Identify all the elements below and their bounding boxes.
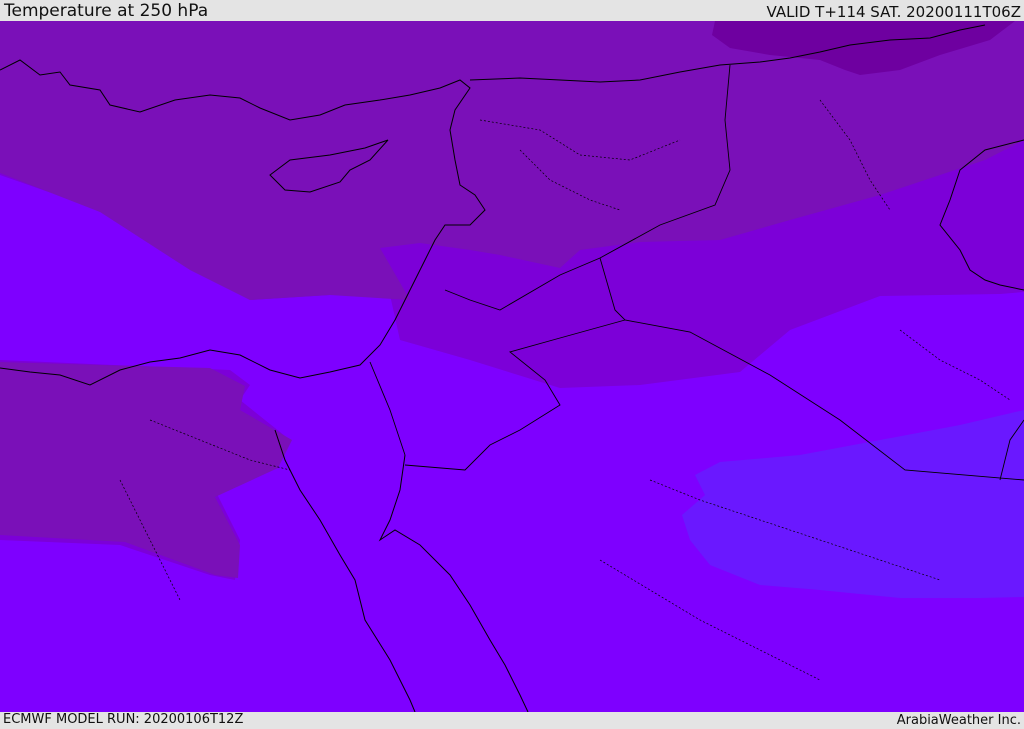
- footer-bar: ECMWF MODEL RUN: 20200106T12Z ArabiaWeat…: [0, 712, 1024, 729]
- map-svg: [0, 21, 1024, 712]
- map-area[interactable]: [0, 21, 1024, 712]
- valid-time: VALID T+114 SAT. 20200111T06Z: [766, 3, 1021, 21]
- map-title: Temperature at 250 hPa: [4, 1, 209, 21]
- weather-map-frame: Temperature at 250 hPa VALID T+114 SAT. …: [0, 0, 1024, 729]
- credit-label: ArabiaWeather Inc.: [896, 713, 1021, 728]
- header-bar: Temperature at 250 hPa VALID T+114 SAT. …: [0, 0, 1024, 21]
- model-run-label: ECMWF MODEL RUN: 20200106T12Z: [3, 712, 244, 727]
